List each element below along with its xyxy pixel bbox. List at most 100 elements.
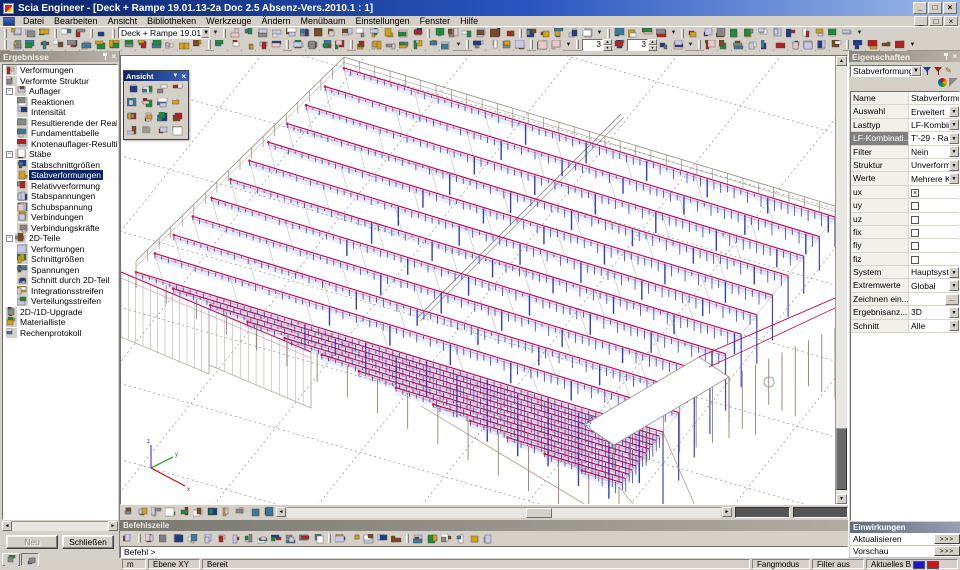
- toolbar-icon[interactable]: [732, 39, 745, 51]
- toolbar-icon[interactable]: [383, 27, 396, 39]
- property-row[interactable]: ExtremwerteGlobal▼: [851, 279, 959, 292]
- tree-item-icon[interactable]: [17, 244, 28, 254]
- toolbar-icon[interactable]: [74, 27, 87, 39]
- tree-item-icon[interactable]: [6, 65, 17, 75]
- mdi-child-icon[interactable]: [3, 17, 15, 26]
- toolbar-icon[interactable]: [412, 39, 425, 51]
- scroll-down-icon[interactable]: ▼: [836, 494, 847, 504]
- toolbar-icon[interactable]: [256, 533, 269, 545]
- menu-bibliotheken[interactable]: Bibliotheken: [142, 16, 201, 26]
- expand-button[interactable]: >>>: [934, 546, 960, 556]
- toolbar-icon[interactable]: [262, 506, 275, 518]
- toolbar-icon[interactable]: [715, 27, 728, 39]
- tree-item[interactable]: Rechenprotokoll: [3, 328, 117, 339]
- toolbar-icon[interactable]: [144, 533, 157, 545]
- view-tool-icon[interactable]: [140, 124, 155, 138]
- toolbar-grip[interactable]: [466, 40, 469, 49]
- tree-item-icon[interactable]: [6, 307, 17, 317]
- view-tool-icon[interactable]: [170, 96, 185, 110]
- toolbar-icon[interactable]: [880, 39, 893, 51]
- toolbar-icon[interactable]: [440, 39, 453, 51]
- toolbar-grip[interactable]: [576, 40, 579, 49]
- toolbar-grip[interactable]: [112, 29, 115, 38]
- toolbar-icon[interactable]: [228, 533, 241, 545]
- view-tool-icon[interactable]: [155, 82, 170, 96]
- toolbar-icon[interactable]: [306, 39, 319, 51]
- toolbar-grip[interactable]: [208, 40, 211, 49]
- tree-item-icon[interactable]: [17, 118, 28, 128]
- checkbox[interactable]: [911, 229, 919, 237]
- tree-item[interactable]: Verformungen: [3, 244, 117, 255]
- view-tool-icon[interactable]: [140, 82, 155, 96]
- chevron-down-icon[interactable]: ▼: [949, 119, 959, 130]
- tree-item[interactable]: Verformungen: [3, 65, 117, 76]
- scroll-up-icon[interactable]: ▲: [836, 56, 847, 66]
- toolbar-icon[interactable]: [830, 39, 843, 51]
- toolbar-icon[interactable]: [313, 27, 326, 39]
- toolbar-icon[interactable]: [894, 39, 907, 51]
- chevron-down-icon[interactable]: ▼: [911, 66, 921, 76]
- tree-item[interactable]: Schnitt durch 2D-Teil: [3, 275, 117, 286]
- toolbar-icon[interactable]: [164, 506, 177, 518]
- tree-item-icon[interactable]: [6, 317, 17, 327]
- tree-item-icon[interactable]: [15, 86, 26, 96]
- toolbar-icon[interactable]: [390, 533, 403, 545]
- property-row[interactable]: NameStabverformungen: [851, 92, 959, 105]
- tree-item[interactable]: Verteilungsstreifen: [3, 296, 117, 307]
- property-row[interactable]: Zeichnen ein......: [851, 293, 959, 306]
- chevron-down-icon[interactable]: ▼: [949, 307, 959, 318]
- tree-hscrollbar[interactable]: ◄ ►: [2, 521, 118, 531]
- toolbar-icon[interactable]: [242, 39, 255, 51]
- close-icon[interactable]: ×: [111, 53, 116, 60]
- toolbar-icon[interactable]: [426, 533, 439, 545]
- ellipsis-button[interactable]: ...: [945, 294, 959, 305]
- tree-item-icon[interactable]: [17, 286, 28, 296]
- toolbar-icon[interactable]: [672, 39, 685, 51]
- toolbar-icon[interactable]: [500, 39, 513, 51]
- tab-menu-tree[interactable]: [2, 553, 20, 566]
- tree-item[interactable]: Stabverformungen: [3, 170, 117, 181]
- toolbar-icon[interactable]: [214, 39, 227, 51]
- toolbar-grip[interactable]: [90, 29, 93, 38]
- view-tool-icon[interactable]: [125, 96, 140, 110]
- toolbar-icon[interactable]: [718, 39, 731, 51]
- toolbar-icon[interactable]: [10, 39, 23, 51]
- edit-icon[interactable]: ✎: [945, 66, 952, 75]
- tree-item-icon[interactable]: [17, 170, 28, 180]
- tree-item[interactable]: Schubspannung: [3, 202, 117, 213]
- toolbar-icon[interactable]: [38, 39, 51, 51]
- toolbar-icon[interactable]: [486, 39, 499, 51]
- number-spinner[interactable]: 3▲▼: [582, 39, 612, 51]
- property-set-combo[interactable]: Stabverformungen (1) ▼: [850, 65, 922, 77]
- snap-mode[interactable]: Fangmodus: [752, 559, 810, 569]
- toolbar-icon[interactable]: [172, 533, 185, 545]
- toolbar-icon[interactable]: [729, 27, 742, 39]
- toolbar-icon[interactable]: [397, 27, 410, 39]
- scroll-right-icon[interactable]: ►: [722, 507, 732, 517]
- chevron-down-icon[interactable]: ▼: [172, 73, 178, 79]
- toolbar-icon[interactable]: [136, 39, 149, 51]
- mdi-close-button[interactable]: ×: [944, 16, 958, 26]
- toolbar-icon[interactable]: [433, 27, 446, 39]
- toolbar-icon[interactable]: [229, 27, 242, 39]
- toolbar-icon[interactable]: [426, 39, 439, 51]
- pin-icon[interactable]: [943, 53, 950, 60]
- toolbar-grip[interactable]: [406, 534, 409, 543]
- chevron-down-icon[interactable]: ▼: [949, 133, 959, 144]
- chevron-down-icon[interactable]: ▼: [454, 39, 463, 51]
- tree-item-icon[interactable]: [15, 233, 26, 243]
- tree-item-icon[interactable]: [17, 254, 28, 264]
- checkbox[interactable]: [911, 242, 919, 250]
- view-tool-icon[interactable]: [125, 82, 140, 96]
- tree-item[interactable]: Relativverformung: [3, 181, 117, 192]
- toolbar-icon[interactable]: [489, 27, 502, 39]
- color-palette-icon[interactable]: [938, 78, 947, 87]
- toolbar-icon[interactable]: [356, 39, 369, 51]
- toolbar-grip[interactable]: [530, 40, 533, 49]
- tree-item-icon[interactable]: [17, 97, 28, 107]
- tree-item-icon[interactable]: [17, 223, 28, 233]
- tree-item-icon[interactable]: [17, 128, 28, 138]
- toolbar-icon[interactable]: [658, 39, 671, 51]
- toolbar-icon[interactable]: [376, 533, 389, 545]
- toolbar-icon[interactable]: [80, 39, 93, 51]
